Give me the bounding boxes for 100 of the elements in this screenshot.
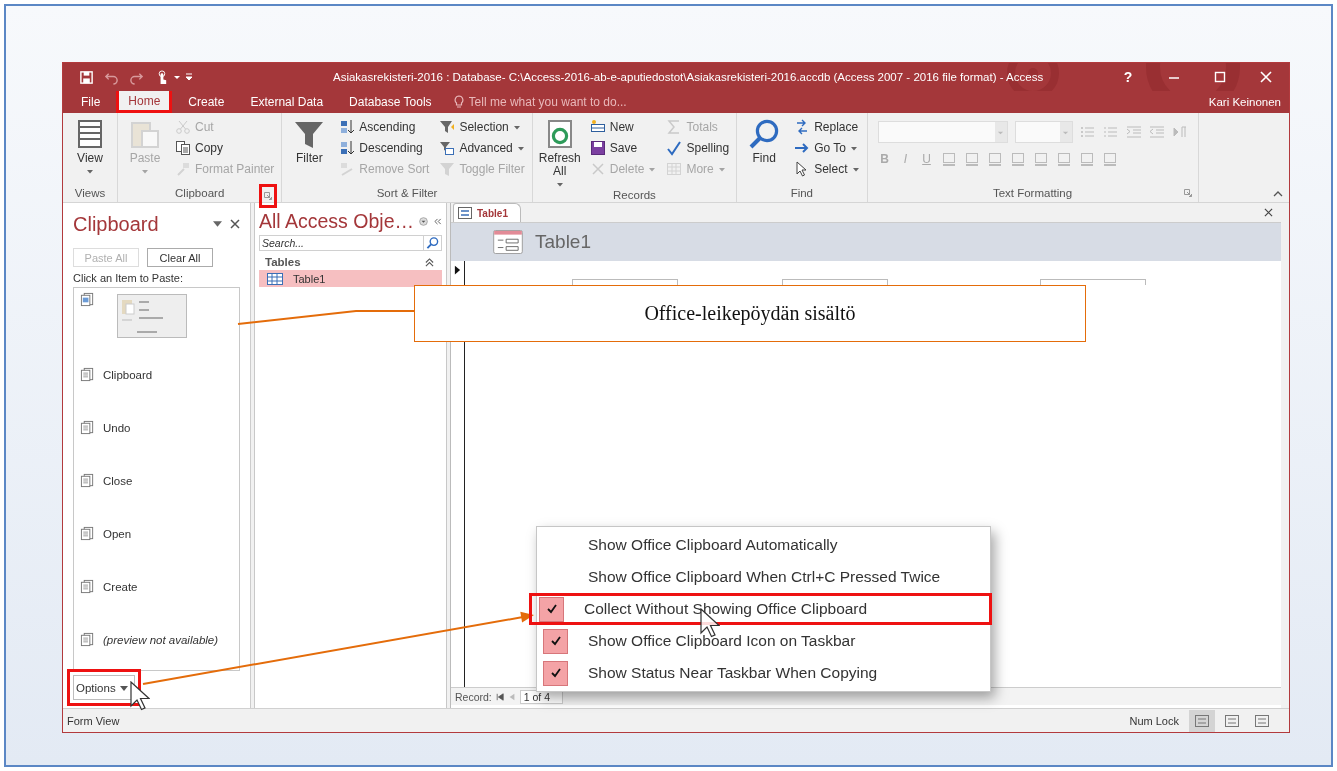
outdent-icon[interactable] (1148, 124, 1165, 140)
text-clip-icon (80, 526, 95, 542)
pane-menu-icon[interactable] (213, 221, 222, 227)
ribbon-tab[interactable]: File (71, 91, 111, 113)
gridlines-icon[interactable] (1078, 151, 1095, 167)
bullets-icon[interactable] (1079, 124, 1096, 140)
delete-icon (589, 160, 606, 177)
table-item[interactable]: Table1 (259, 270, 442, 287)
font-size-combo[interactable] (1014, 121, 1073, 143)
ribbon-button[interactable]: New (586, 116, 660, 137)
copy-icon (175, 139, 191, 156)
customize-toolbar-icon[interactable] (185, 73, 193, 81)
caret-icon (119, 683, 128, 692)
text-clip-icon (80, 632, 95, 647)
tell-me-field[interactable]: Tell me what you want to do... (468, 95, 669, 109)
clip-item[interactable]: Create (103, 580, 138, 593)
ribbon-button[interactable]: View (67, 116, 113, 175)
dropdown-circle-icon[interactable] (419, 214, 428, 228)
text-clip-icon (80, 473, 95, 489)
save-icon[interactable] (79, 69, 94, 85)
ribbon-button[interactable]: Replace (791, 116, 863, 137)
align-right-icon[interactable] (1055, 151, 1072, 167)
clip-item[interactable]: Undo (103, 421, 131, 434)
group-label: Text Formatting (992, 187, 1073, 199)
ribbon-button[interactable]: Spelling (663, 137, 733, 158)
font-color-icon[interactable] (940, 151, 957, 167)
paragraph-direction-icon[interactable] (1171, 124, 1188, 140)
form-title: Table1 (535, 231, 591, 253)
view-icon (1195, 714, 1209, 727)
spelling-icon (666, 139, 683, 156)
document-tab[interactable]: Table1 (453, 203, 521, 222)
window-title: Asiakasrekisteri-2016 : Database- C:\Access-2016-ab-e-aputiedostot\Asiakasrekisteri-2016.accdb (Access 2007 - 2016 file format) - Access (333, 71, 1044, 83)
menu-item[interactable]: Show Office Clipboard When Ctrl+C Pressed Twice (539, 561, 988, 593)
menu-item[interactable]: Show Office Clipboard Automatically (539, 529, 988, 561)
collapse-ribbon-icon[interactable] (1273, 191, 1283, 197)
scissors-icon (175, 118, 191, 135)
ribbon-button[interactable]: Advanced (436, 137, 528, 158)
caret-icon (141, 167, 149, 175)
ribbon-button[interactable]: Copy (172, 137, 278, 158)
sort-ascending-icon (339, 118, 356, 135)
check-icon (545, 603, 558, 615)
text-box[interactable] (782, 279, 888, 285)
ribbon-tab[interactable]: Database Tools (339, 91, 442, 113)
user-name[interactable]: Kari Keinonen (1208, 96, 1289, 108)
clip-item[interactable]: (preview not available) (103, 633, 219, 646)
menu-item[interactable]: Show Office Clipboard Icon on Taskbar (539, 625, 988, 657)
ribbon-button[interactable]: Go To (791, 137, 863, 158)
callout-text: Office-leikepöydän sisältö (644, 302, 856, 325)
font-combo[interactable] (877, 121, 1008, 143)
ribbon-button[interactable]: Selection (436, 116, 528, 137)
group-label: Sort & Filter (376, 187, 438, 199)
text-clip-icon (80, 420, 95, 436)
ribbon-button[interactable]: Ascending (336, 116, 433, 137)
indent-icon[interactable] (1125, 124, 1142, 140)
form-tab-icon (458, 207, 472, 219)
caret-icon[interactable] (173, 73, 181, 81)
numbering-icon[interactable] (1102, 124, 1119, 140)
caret-icon (86, 167, 94, 175)
view-icon (1225, 714, 1239, 727)
clip-item[interactable]: Clipboard (103, 368, 153, 381)
dialog-launcher-button[interactable] (1181, 187, 1194, 199)
ribbon-tab[interactable]: Create (178, 91, 235, 113)
search-icon (423, 235, 442, 251)
ribbon-tab[interactable]: External Data (240, 91, 334, 113)
help-button[interactable]: ? (1105, 63, 1151, 91)
align-center-icon[interactable] (1032, 151, 1049, 167)
text-box[interactable] (1040, 279, 1146, 285)
form-view-button[interactable] (1189, 709, 1215, 732)
text-box[interactable] (572, 279, 678, 285)
previous-record-icon[interactable] (507, 692, 516, 701)
close-icon (1260, 71, 1272, 83)
highlight-icon[interactable] (963, 151, 980, 167)
ribbon-button[interactable]: Save (586, 137, 660, 158)
first-record-icon[interactable] (495, 692, 504, 701)
pane-hint: Click an Item to Paste: (73, 272, 185, 284)
close-icon[interactable] (230, 219, 240, 229)
ribbon-button[interactable]: Find (741, 116, 788, 165)
ribbon-thumbnail-drawing[interactable] (117, 294, 187, 338)
ribbon-button[interactable]: Select (791, 158, 863, 179)
align-left-icon[interactable] (1009, 151, 1026, 167)
search-field[interactable]: Search... (259, 235, 423, 251)
ribbon-button[interactable]: Refresh All (536, 116, 583, 188)
funnel-icon (439, 139, 456, 156)
row-color-icon[interactable] (1101, 151, 1118, 167)
ribbon-button[interactable]: Descending (336, 137, 433, 158)
check-icon (549, 635, 562, 647)
ribbon-button[interactable]: Filter (286, 116, 333, 165)
menu-item[interactable]: Show Status Near Taskbar When Copying (539, 657, 988, 689)
options-button[interactable]: Options (67, 669, 141, 706)
close-icon[interactable] (1264, 208, 1273, 217)
clip-item[interactable]: Open (103, 527, 132, 540)
pane-button[interactable]: Clear All (147, 248, 213, 267)
record-selector-icon[interactable] (454, 265, 461, 275)
fill-color-icon[interactable] (986, 151, 1003, 167)
group-header[interactable]: Tables (259, 251, 442, 270)
funnel-icon (439, 118, 456, 135)
caret-icon (555, 180, 564, 188)
menu-item[interactable]: Collect Without Showing Office Clipboard (529, 593, 992, 625)
clip-item[interactable]: Close (103, 474, 133, 487)
launcher-icon (1183, 189, 1192, 197)
